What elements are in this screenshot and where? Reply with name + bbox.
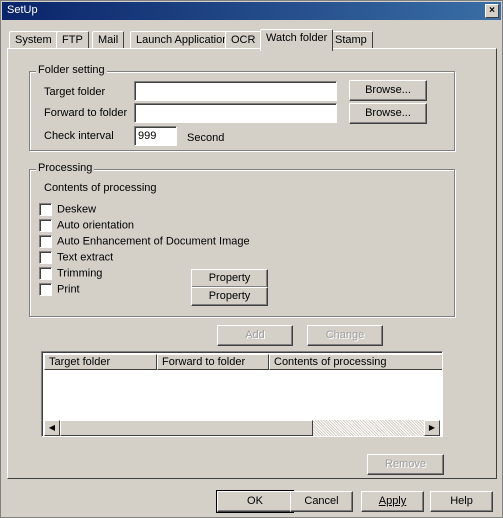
tab-ocr[interactable]: OCR: [225, 31, 262, 49]
trimming-checkbox[interactable]: [39, 267, 52, 280]
print-property-button[interactable]: Property: [191, 287, 268, 306]
option-print[interactable]: Print: [39, 283, 80, 298]
horizontal-scrollbar[interactable]: ◀ ▶: [44, 420, 440, 436]
cancel-button[interactable]: Cancel: [290, 491, 353, 512]
processing-title: Processing: [36, 162, 95, 174]
target-folder-label: Target folder: [44, 86, 106, 98]
setup-dialog: SetUp × System FTP Mail Launch Applicati…: [0, 0, 503, 518]
option-deskew[interactable]: Deskew: [39, 203, 96, 218]
forward-browse-button[interactable]: Browse...: [349, 103, 427, 124]
tab-ftp[interactable]: FTP: [56, 31, 89, 49]
tab-mail[interactable]: Mail: [92, 31, 125, 49]
auto-orientation-label: Auto orientation: [57, 219, 135, 232]
window-title: SetUp: [7, 4, 38, 16]
forward-folder-label: Forward to folder: [44, 107, 128, 119]
deskew-checkbox[interactable]: [39, 203, 52, 216]
deskew-label: Deskew: [57, 203, 97, 216]
scroll-left-icon[interactable]: ◀: [44, 420, 60, 436]
text-extract-label: Text extract: [57, 251, 114, 264]
tab-launch-application[interactable]: Launch Application: [130, 31, 235, 49]
tab-stamp[interactable]: Stamp: [329, 31, 373, 49]
tab-system[interactable]: System: [9, 31, 58, 49]
apply-button[interactable]: Apply: [361, 491, 424, 512]
print-label: Print: [57, 283, 80, 296]
column-contents-of-processing[interactable]: Contents of processing: [269, 354, 442, 370]
folder-setting-title: Folder setting: [36, 64, 107, 76]
auto-enhancement-checkbox[interactable]: [39, 235, 52, 248]
column-target-folder[interactable]: Target folder: [44, 354, 157, 370]
contents-of-processing-label: Contents of processing: [44, 182, 157, 194]
remove-button[interactable]: Remove: [367, 454, 444, 475]
list-header: Target folder Forward to folder Contents…: [44, 354, 442, 370]
help-button[interactable]: Help: [430, 491, 493, 512]
trimming-property-button[interactable]: Property: [191, 269, 268, 288]
option-auto-enhancement[interactable]: Auto Enhancement of Document Image: [39, 235, 250, 250]
scroll-right-icon[interactable]: ▶: [424, 420, 440, 436]
add-button[interactable]: Add: [217, 325, 293, 346]
option-text-extract[interactable]: Text extract: [39, 251, 113, 266]
target-folder-input[interactable]: [134, 81, 337, 101]
auto-enhancement-label: Auto Enhancement of Document Image: [57, 235, 250, 248]
text-extract-checkbox[interactable]: [39, 251, 52, 264]
column-forward-to-folder[interactable]: Forward to folder: [157, 354, 269, 370]
target-browse-button[interactable]: Browse...: [349, 80, 427, 101]
print-checkbox[interactable]: [39, 283, 52, 296]
interval-unit-label: Second: [187, 132, 225, 144]
tab-watch-folder[interactable]: Watch folder: [260, 29, 334, 51]
check-interval-input[interactable]: [134, 126, 177, 146]
ok-button[interactable]: OK: [216, 490, 294, 513]
trimming-label: Trimming: [57, 267, 103, 280]
watch-folder-list[interactable]: Target folder Forward to folder Contents…: [41, 351, 443, 437]
change-button[interactable]: Change: [307, 325, 383, 346]
option-trimming[interactable]: Trimming: [39, 267, 102, 282]
auto-orientation-checkbox[interactable]: [39, 219, 52, 232]
forward-folder-input[interactable]: [134, 103, 337, 123]
title-bar[interactable]: SetUp ×: [2, 2, 501, 20]
scroll-thumb[interactable]: [60, 420, 313, 436]
close-icon[interactable]: ×: [485, 4, 499, 18]
option-auto-orientation[interactable]: Auto orientation: [39, 219, 134, 234]
check-interval-label: Check interval: [44, 130, 114, 142]
